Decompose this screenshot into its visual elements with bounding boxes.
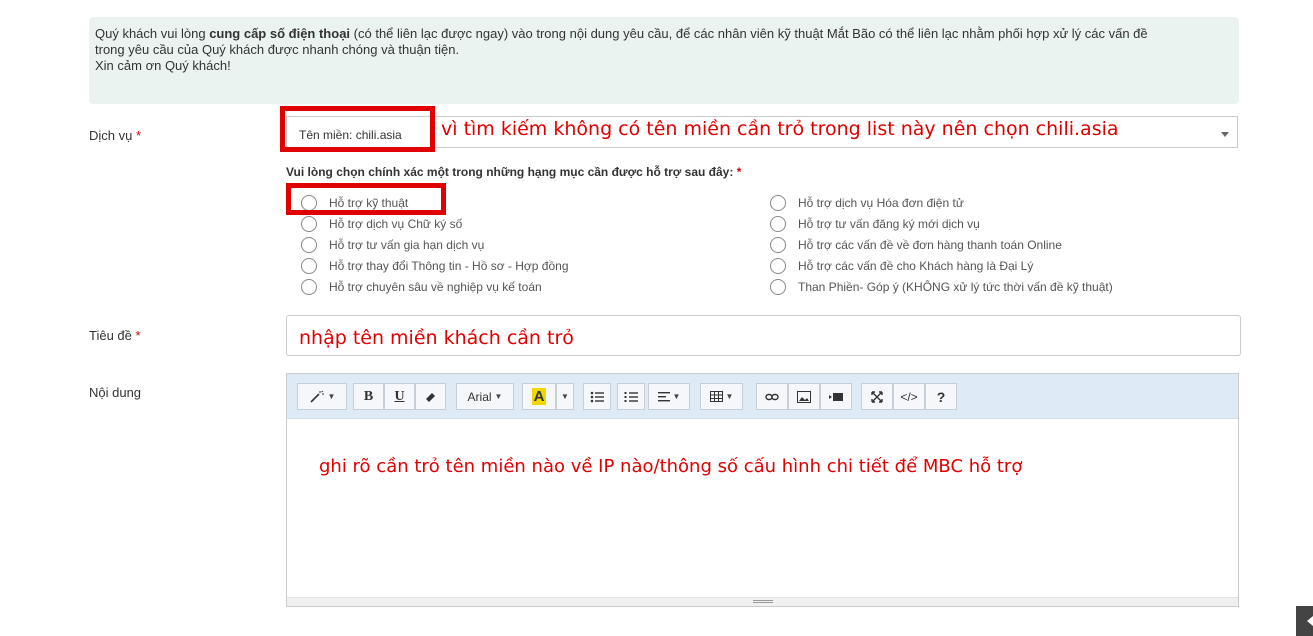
grip-icon (753, 600, 773, 603)
scroll-to-top-button[interactable] (1296, 606, 1313, 636)
notice-text: (có thể liên lạc được ngay) vào trong nộ… (350, 26, 1148, 41)
required-mark: * (736, 165, 742, 179)
service-label: Dịch vụ * (89, 128, 141, 143)
radio-option[interactable]: Hỗ trợ các vấn đề cho Khách hàng là Đại … (770, 255, 1033, 276)
radio-button[interactable] (770, 236, 786, 253)
underline-button[interactable]: U (384, 383, 415, 410)
subject-annotation: nhập tên miền khách cần trỏ (299, 327, 574, 349)
radio-label: Than Phiền- Góp ý (KHÔNG xử lý tức thời … (798, 279, 1113, 294)
code-view-button[interactable]: </> (893, 383, 925, 410)
radio-label: Hỗ trợ các vấn đề cho Khách hàng là Đại … (798, 258, 1034, 273)
clear-format-button[interactable] (415, 383, 446, 410)
content-annotation: ghi rõ cần trỏ tên miền nào về IP nào/th… (319, 456, 1023, 477)
notice-line-2: trong yêu cầu của Quý khách được nhanh c… (95, 42, 460, 57)
subject-label-text: Tiêu đề (89, 328, 132, 343)
annotation-highlight-box (286, 183, 446, 215)
code-icon: </> (900, 389, 918, 404)
align-left-icon (657, 391, 670, 401)
content-editor[interactable]: ▼ B U Arial ▼ A ▼ ▼ ▼ </> ? (286, 373, 1239, 607)
radio-label: Hỗ trợ tư vấn gia hạn dịch vụ (329, 237, 485, 252)
numbered-list-icon (624, 391, 638, 402)
paragraph-align-dropdown[interactable]: ▼ (648, 383, 690, 410)
radio-option[interactable]: Than Phiền- Góp ý (KHÔNG xử lý tức thời … (770, 276, 1113, 297)
radio-option[interactable]: Hỗ trợ tư vấn đăng ký mới dịch vụ (770, 213, 980, 234)
radio-option[interactable]: Hỗ trợ các vấn đề về đơn hàng thanh toán… (770, 234, 1062, 255)
subject-label: Tiêu đề * (89, 328, 141, 343)
radio-button[interactable] (301, 257, 317, 274)
image-icon (797, 390, 811, 403)
chevron-down-icon: ▼ (561, 392, 569, 401)
expand-icon (871, 390, 883, 403)
magic-style-button[interactable]: ▼ (297, 383, 347, 410)
highlight-color-button[interactable]: A (522, 383, 556, 410)
chevron-down-icon: ▼ (672, 392, 681, 401)
table-dropdown[interactable]: ▼ (700, 383, 743, 410)
fullscreen-button[interactable] (861, 383, 893, 410)
notice-box: Quý khách vui lòng cung cấp số điện thoạ… (89, 17, 1239, 104)
notice-line-1: Quý khách vui lòng cung cấp số điện thoạ… (95, 26, 1233, 42)
editor-resize-handle[interactable] (287, 597, 1238, 606)
insert-link-button[interactable] (756, 383, 788, 410)
required-mark: * (135, 128, 142, 143)
radio-option[interactable]: Hỗ trợ tư vấn gia hạn dịch vụ (301, 234, 484, 255)
ordered-list-button[interactable] (617, 383, 645, 410)
radio-label: Hỗ trợ dịch vụ Chữ ký số (329, 216, 463, 231)
radio-label: Hỗ trợ chuyên sâu về nghiệp vụ kế toán (329, 279, 542, 294)
highlight-icon: A (531, 388, 547, 405)
bullet-list-icon (590, 391, 604, 402)
chevron-left-icon (1307, 616, 1313, 626)
notice-text: Quý khách vui lòng (95, 26, 210, 41)
chevron-down-icon: ▼ (327, 392, 336, 401)
required-mark: * (135, 328, 141, 343)
font-family-dropdown[interactable]: Arial ▼ (456, 383, 514, 410)
radio-label: Hỗ trợ các vấn đề về đơn hàng thanh toán… (798, 237, 1062, 252)
video-icon (829, 392, 843, 401)
radio-option[interactable]: Hỗ trợ thay đổi Thông tin - Hồ sơ - Hợp … (301, 255, 569, 276)
link-icon (765, 393, 779, 400)
notice-bold-text: cung cấp số điện thoại (209, 26, 351, 41)
radio-button[interactable] (770, 215, 786, 232)
category-title-text: Vui lòng chọn chính xác một trong những … (286, 165, 734, 179)
notice-line-3: Xin cảm ơn Quý khách! (95, 58, 231, 73)
bold-button[interactable]: B (353, 383, 384, 410)
table-icon (709, 391, 723, 402)
radio-label: Hỗ trợ dịch vụ Hóa đơn điện tử (798, 195, 964, 210)
radio-option[interactable]: Hỗ trợ dịch vụ Chữ ký số (301, 213, 462, 234)
radio-button[interactable] (301, 278, 317, 295)
font-family-label: Arial (467, 389, 492, 404)
help-button[interactable]: ? (925, 383, 957, 410)
chevron-down-icon: ▼ (725, 392, 734, 401)
radio-label: Hỗ trợ tư vấn đăng ký mới dịch vụ (798, 216, 980, 231)
radio-label: Hỗ trợ thay đổi Thông tin - Hồ sơ - Hợp … (329, 258, 569, 273)
insert-image-button[interactable] (788, 383, 820, 410)
magic-wand-icon (309, 390, 324, 403)
eraser-icon (425, 392, 435, 402)
unordered-list-button[interactable] (583, 383, 611, 410)
service-annotation: vì tìm kiếm không có tên miền cần trỏ tr… (441, 118, 1119, 140)
radio-button[interactable] (770, 194, 786, 211)
highlight-color-dropdown[interactable]: ▼ (556, 383, 574, 410)
category-title: Vui lòng chọn chính xác một trong những … (286, 165, 741, 179)
editor-toolbar: ▼ B U Arial ▼ A ▼ ▼ ▼ </> ? (287, 374, 1238, 419)
radio-option[interactable]: Hỗ trợ chuyên sâu về nghiệp vụ kế toán (301, 276, 542, 297)
radio-button[interactable] (301, 236, 317, 253)
radio-button[interactable] (770, 257, 786, 274)
chevron-down-icon: ▼ (494, 392, 503, 401)
radio-button[interactable] (301, 215, 317, 232)
insert-video-button[interactable] (820, 383, 852, 410)
annotation-highlight-box (280, 106, 435, 152)
chevron-down-icon (1221, 132, 1229, 137)
service-label-text: Dịch vụ (89, 128, 133, 143)
radio-option[interactable]: Hỗ trợ dịch vụ Hóa đơn điện tử (770, 192, 964, 213)
content-label: Nội dung (89, 385, 142, 400)
radio-button[interactable] (770, 278, 786, 295)
